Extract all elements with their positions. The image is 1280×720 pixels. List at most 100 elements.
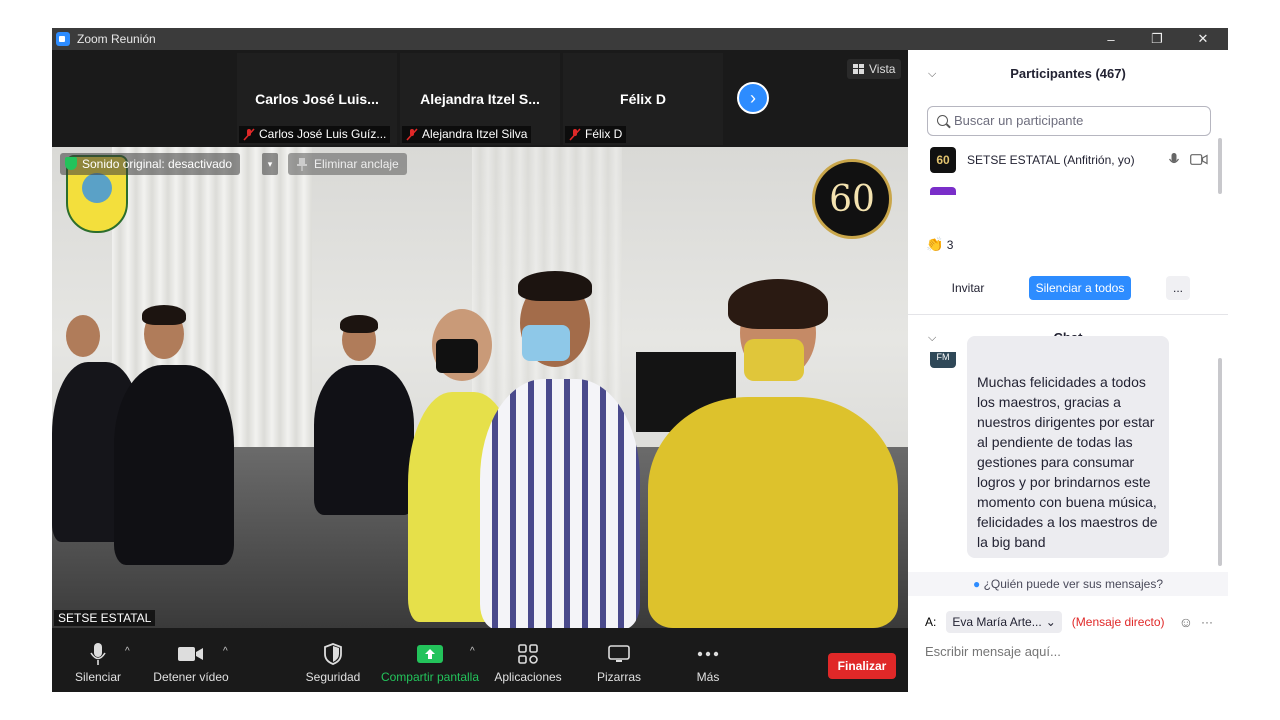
zoom-window: Zoom Reunión – ❐ ✕ Carlos José Luis... C… bbox=[52, 28, 1228, 692]
thumbnail-name: Alejandra Itzel S... bbox=[420, 91, 540, 107]
chevron-up-icon[interactable]: ^ bbox=[125, 646, 130, 657]
share-screen-button[interactable]: Compartir pantalla bbox=[378, 640, 482, 684]
participant-search-input[interactable]: Buscar un participante bbox=[927, 106, 1211, 136]
side-panel: ⌵ Participantes (467) Buscar un particip… bbox=[908, 50, 1228, 692]
musician-head bbox=[66, 315, 100, 357]
stop-video-label: Detener vídeo bbox=[153, 670, 229, 684]
participants-title: Participantes (467) bbox=[1010, 66, 1126, 81]
attendee-hair bbox=[518, 271, 592, 301]
muted-mic-icon bbox=[406, 128, 418, 141]
attendee bbox=[648, 397, 898, 628]
stop-video-button[interactable]: Detener vídeo bbox=[152, 640, 230, 684]
avatar: FM bbox=[930, 352, 956, 368]
chat-message: Muchas felicidades a todos los maestros,… bbox=[967, 336, 1169, 558]
muted-mic-icon bbox=[243, 128, 255, 141]
attendee-hair bbox=[728, 279, 828, 329]
chevron-up-icon[interactable]: ^ bbox=[470, 646, 475, 657]
thumbnail-label: Alejandra Itzel Silva bbox=[402, 126, 532, 143]
emoji-icon[interactable]: ☺ bbox=[1179, 614, 1193, 630]
search-icon bbox=[937, 115, 948, 126]
grid-icon bbox=[853, 64, 864, 74]
speaker-name-label: SETSE ESTATAL bbox=[54, 610, 156, 626]
invite-button[interactable]: Invitar bbox=[945, 276, 991, 300]
camera-icon bbox=[178, 647, 203, 661]
original-sound-button[interactable]: Sonido original: desactivado bbox=[60, 153, 241, 175]
message-visibility-label: ¿Quién puede ver sus mensajes? bbox=[983, 577, 1164, 591]
musician bbox=[314, 365, 414, 515]
pin-icon bbox=[297, 158, 307, 171]
apps-label: Aplicaciones bbox=[494, 670, 562, 684]
reaction-count: 3 bbox=[946, 238, 954, 252]
more-dots-icon bbox=[697, 651, 719, 657]
mute-all-button[interactable]: Silenciar a todos bbox=[1029, 276, 1131, 300]
apps-icon bbox=[518, 644, 538, 664]
apps-button[interactable]: Aplicaciones bbox=[492, 640, 564, 684]
title-bar: Zoom Reunión – ❐ ✕ bbox=[52, 28, 1228, 50]
more-button[interactable]: Más bbox=[688, 640, 728, 684]
recipient-row: A: Eva María Arte... ⌄ (Mensaje directo)… bbox=[925, 610, 1215, 634]
zoom-app-icon bbox=[56, 32, 70, 46]
shield-icon bbox=[324, 643, 342, 665]
participant-name: SETSE ESTATAL (Anfitrión, yo) bbox=[967, 153, 1135, 167]
participant-thumbnail[interactable]: Félix D Félix D bbox=[563, 53, 723, 145]
chat-message-input[interactable] bbox=[925, 640, 1215, 662]
original-sound-label: Sonido original: desactivado bbox=[82, 157, 233, 171]
end-meeting-button[interactable]: Finalizar bbox=[828, 653, 896, 679]
chevron-down-icon: ▾ bbox=[267, 158, 273, 169]
thumbnail-label: Carlos José Luis Guíz... bbox=[239, 126, 391, 143]
minimize-button[interactable]: – bbox=[1088, 28, 1134, 50]
clapping-hands-icon: 👏 bbox=[926, 236, 944, 252]
musician-hair bbox=[142, 305, 186, 325]
to-label: A: bbox=[925, 615, 937, 629]
thumbnail-label-text: Félix D bbox=[585, 127, 623, 141]
security-label: Seguridad bbox=[305, 670, 361, 684]
message-visibility-link[interactable]: ● ¿Quién puede ver sus mensajes? bbox=[908, 572, 1228, 596]
participants-scrollbar[interactable] bbox=[1218, 138, 1222, 194]
next-page-button[interactable]: › bbox=[737, 82, 769, 114]
meeting-stage: Carlos José Luis... Carlos José Luis Guí… bbox=[52, 50, 908, 628]
participant-thumbnail[interactable]: Carlos José Luis... Carlos José Luis Guí… bbox=[237, 53, 397, 145]
microphone-icon bbox=[90, 643, 106, 665]
thumbnail-label-text: Carlos José Luis Guíz... bbox=[259, 127, 387, 141]
security-button[interactable]: Seguridad bbox=[304, 640, 362, 684]
chevron-down-icon: ⌄ bbox=[1045, 615, 1056, 629]
user-lock-icon: ● bbox=[972, 577, 981, 591]
view-button-label: Vista bbox=[869, 62, 896, 76]
active-speaker-video: 60 Sonido original: desactivado ▾ Elimin… bbox=[52, 147, 908, 628]
recipient-name: Eva María Arte... bbox=[952, 615, 1042, 629]
anniversary-60-logo: 60 bbox=[812, 159, 892, 239]
search-placeholder: Buscar un participante bbox=[954, 113, 1084, 128]
remove-pin-button[interactable]: Eliminar anclaje bbox=[288, 153, 407, 175]
whiteboards-button[interactable]: Pizarras bbox=[592, 640, 646, 684]
more-label: Más bbox=[696, 670, 720, 684]
participants-more-button[interactable]: ... bbox=[1166, 276, 1190, 300]
panel-divider bbox=[908, 314, 1228, 315]
face-mask bbox=[436, 339, 478, 373]
chat-message-text: Muchas felicidades a todos los maestros,… bbox=[977, 374, 1158, 550]
musician bbox=[114, 365, 234, 565]
avatar: 60 bbox=[930, 147, 956, 173]
mute-button[interactable]: Silenciar bbox=[70, 640, 126, 684]
remove-pin-label: Eliminar anclaje bbox=[314, 157, 399, 171]
thumbnail-name: Carlos José Luis... bbox=[255, 91, 379, 107]
whiteboard-icon bbox=[608, 645, 630, 662]
reaction-clap: 👏 3 bbox=[926, 236, 953, 253]
chevron-up-icon[interactable]: ^ bbox=[223, 646, 228, 657]
microphone-icon[interactable] bbox=[1169, 153, 1179, 167]
mute-label: Silenciar bbox=[74, 670, 122, 684]
participant-thumbnail[interactable]: Alejandra Itzel S... Alejandra Itzel Sil… bbox=[400, 53, 560, 145]
close-button[interactable]: ✕ bbox=[1180, 28, 1226, 50]
participant-row[interactable]: 60 SETSE ESTATAL (Anfitrión, yo) bbox=[930, 146, 1210, 174]
camera-icon[interactable] bbox=[1190, 154, 1208, 165]
chat-scrollbar[interactable] bbox=[1218, 358, 1222, 566]
recipient-select[interactable]: Eva María Arte... ⌄ bbox=[946, 611, 1062, 633]
restore-button[interactable]: ❐ bbox=[1134, 28, 1180, 50]
shield-icon bbox=[65, 157, 77, 170]
window-title: Zoom Reunión bbox=[77, 32, 156, 46]
thumbnail-label-text: Alejandra Itzel Silva bbox=[422, 127, 528, 141]
avatar bbox=[930, 187, 956, 195]
more-dots-icon[interactable]: ··· bbox=[1201, 615, 1213, 629]
musician-hair bbox=[340, 315, 378, 333]
original-sound-dropdown[interactable]: ▾ bbox=[262, 153, 278, 175]
view-button[interactable]: Vista bbox=[847, 59, 902, 79]
